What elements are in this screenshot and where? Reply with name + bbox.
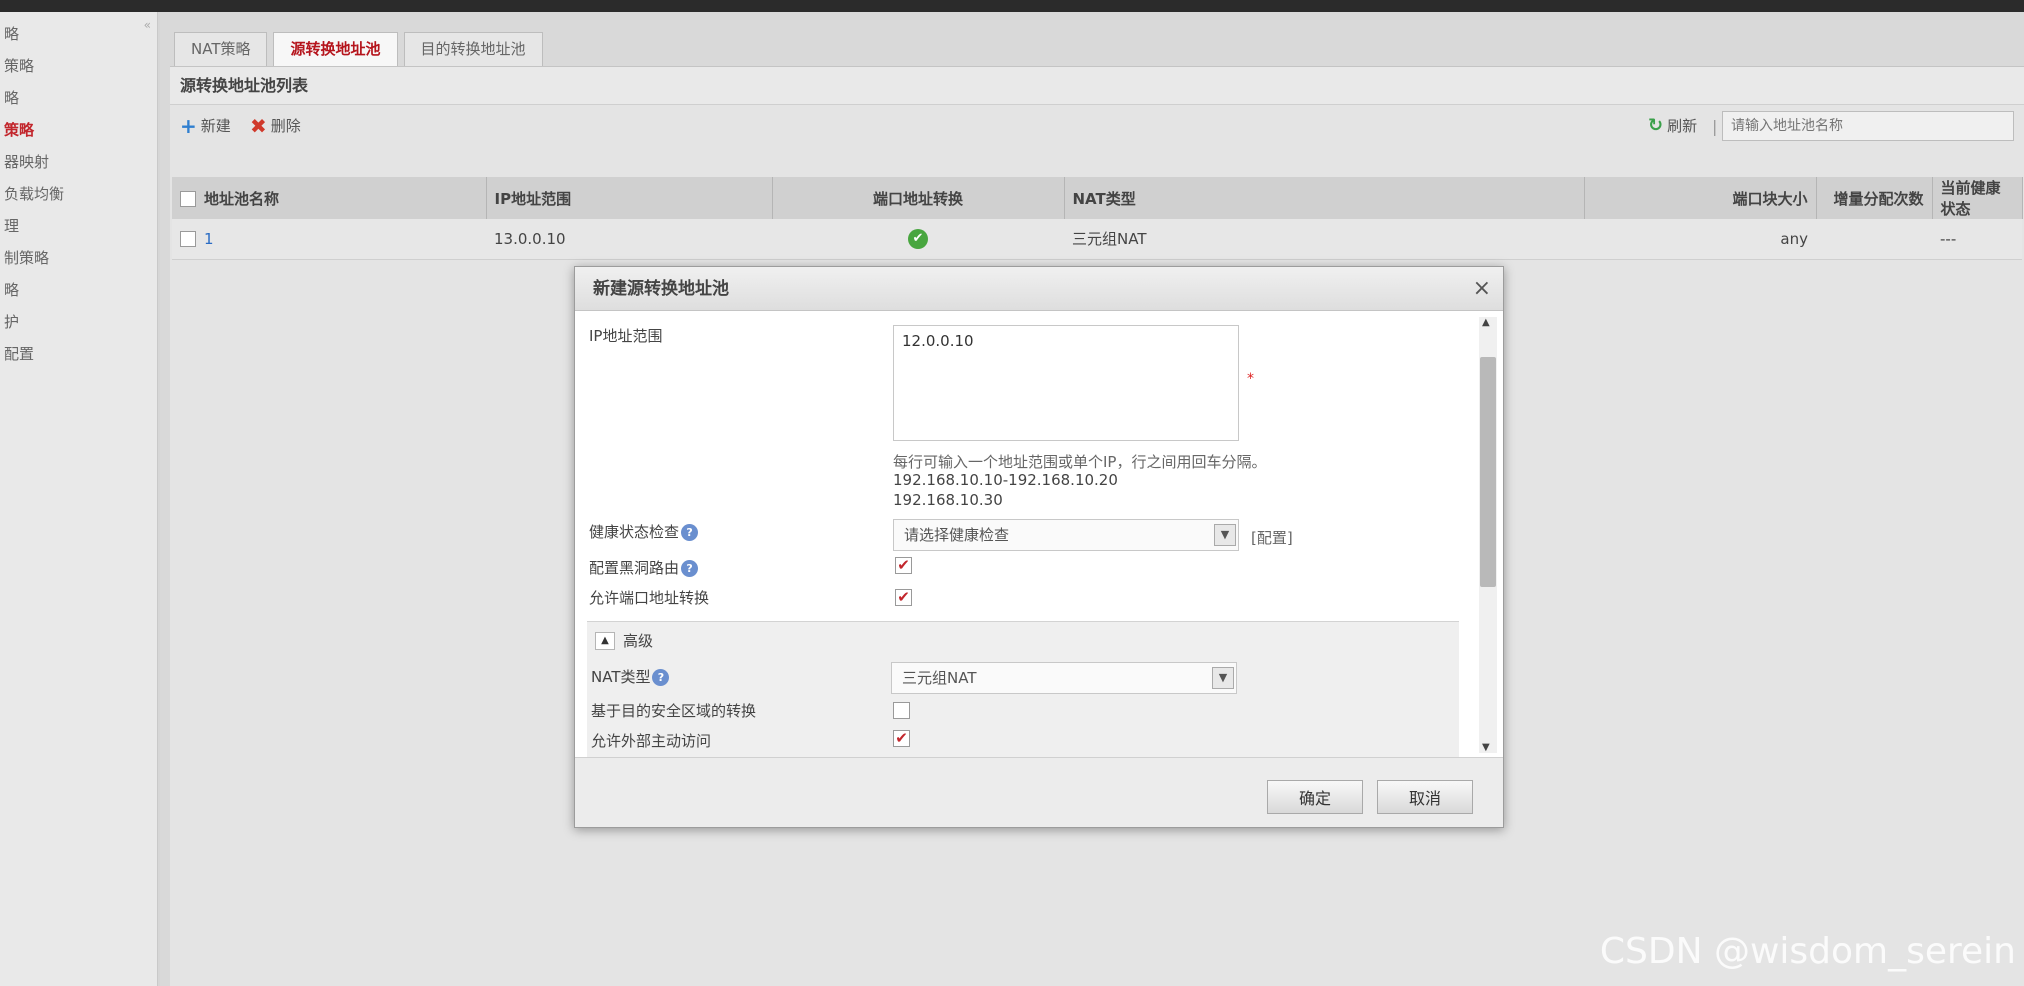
ip-range-example-1: 192.168.10.10-192.168.10.20 [893, 471, 1118, 489]
required-mark: * [1247, 371, 1254, 387]
help-icon[interactable]: ? [681, 524, 699, 541]
new-pool-dialog: 新建源转换地址池 × IP地址范围 12.0.0.10 * 每行可输入一个地址范… [574, 266, 1504, 828]
health-check-config-link[interactable]: [配置] [1251, 527, 1293, 548]
dest-zone-checkbox[interactable] [893, 702, 910, 719]
blackhole-route-label: 配置黑洞路由? [589, 557, 699, 578]
dialog-body: IP地址范围 12.0.0.10 * 每行可输入一个地址范围或单个IP，行之间用… [575, 311, 1503, 757]
scroll-up-icon[interactable]: ▲ [1482, 317, 1490, 328]
scroll-thumb[interactable] [1480, 357, 1496, 587]
dialog-title: 新建源转换地址池 [593, 279, 729, 299]
allow-external-checkbox[interactable]: ✔ [893, 730, 910, 747]
modal-overlay: 新建源转换地址池 × IP地址范围 12.0.0.10 * 每行可输入一个地址范… [0, 0, 2024, 986]
blackhole-route-checkbox[interactable]: ✔ [895, 557, 912, 574]
dialog-scrollbar[interactable]: ▲ ▼ [1479, 317, 1497, 753]
cancel-button[interactable]: 取消 [1377, 780, 1473, 814]
advanced-section: ▲ 高级 NAT类型? 三元组NAT ▼ 基于目的安全区域的转换 允许外部主动访… [587, 621, 1459, 757]
ip-range-example-2: 192.168.10.30 [893, 491, 1003, 509]
dialog-footer: 确定 取消 [575, 757, 1503, 827]
dest-zone-label: 基于目的安全区域的转换 [591, 702, 757, 720]
watermark: CSDN @wisdom_serein [1599, 931, 2016, 972]
allow-port-translation-checkbox[interactable]: ✔ [895, 589, 912, 606]
chevron-down-icon[interactable]: ▼ [1214, 524, 1236, 546]
close-icon[interactable]: × [1473, 267, 1491, 311]
scroll-down-icon[interactable]: ▼ [1482, 742, 1490, 753]
confirm-button[interactable]: 确定 [1267, 780, 1363, 814]
ip-range-hint: 每行可输入一个地址范围或单个IP，行之间用回车分隔。 [893, 453, 1267, 471]
help-icon[interactable]: ? [652, 669, 670, 686]
help-icon[interactable]: ? [681, 560, 699, 577]
collapse-icon[interactable]: ▲ [595, 631, 615, 650]
allow-external-label: 允许外部主动访问 [591, 732, 712, 750]
nat-type-select[interactable]: 三元组NAT ▼ [891, 662, 1237, 694]
health-check-select[interactable]: 请选择健康检查 ▼ [893, 519, 1239, 551]
ip-range-textarea[interactable]: 12.0.0.10 [893, 325, 1239, 441]
advanced-toggle[interactable]: ▲ 高级 [595, 630, 653, 651]
health-check-label: 健康状态检查? [589, 521, 699, 542]
dialog-header: 新建源转换地址池 × [575, 267, 1503, 311]
chevron-down-icon[interactable]: ▼ [1212, 667, 1234, 689]
nat-type-label: NAT类型? [591, 666, 670, 687]
allow-port-translation-label: 允许端口地址转换 [589, 589, 710, 607]
advanced-label: 高级 [623, 632, 654, 650]
ip-range-label: IP地址范围 [589, 327, 663, 345]
